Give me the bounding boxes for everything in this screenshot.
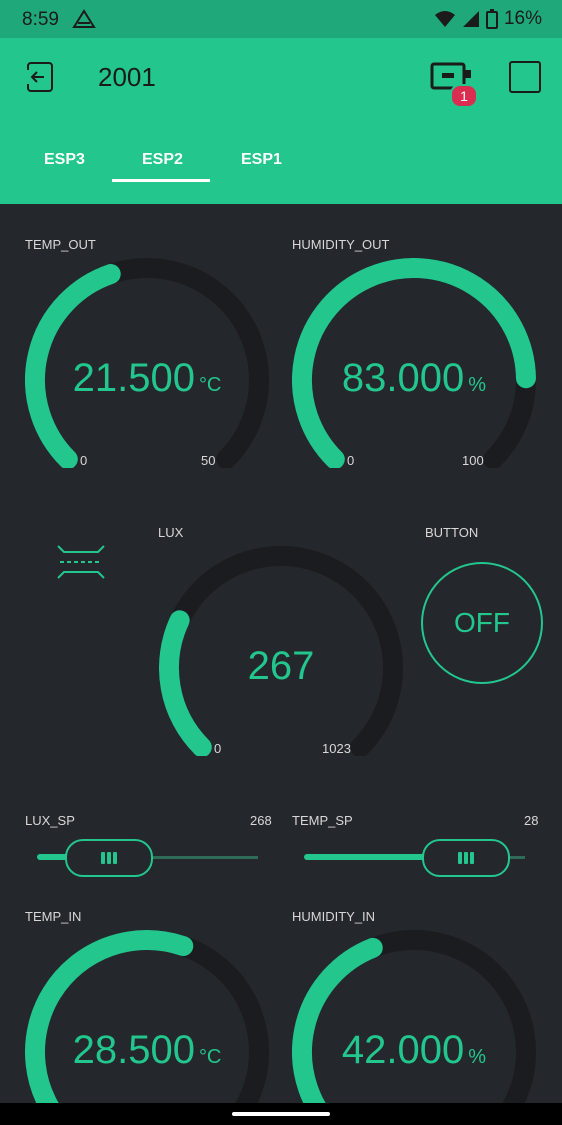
temp-in-gauge <box>25 930 269 1103</box>
temp-out-value: 21.500 °C <box>72 356 222 400</box>
humidity-out-min: 0 <box>347 453 355 468</box>
tab-esp3[interactable]: ESP3 <box>44 151 85 169</box>
lux-max: 1023 <box>322 741 351 756</box>
battery-percent: 16% <box>503 8 542 29</box>
humidity-out-max: 100 <box>462 453 484 468</box>
lux-sp-value: 268 <box>250 813 272 828</box>
humidity-out-label: HUMIDITY_OUT <box>292 237 390 252</box>
battery-icon <box>485 9 498 29</box>
tab-esp1[interactable]: ESP1 <box>241 151 282 169</box>
humidity-in-unit: % <box>468 1046 487 1068</box>
humidity-out-value: 83.000% <box>341 356 487 400</box>
temp-sp-label: TEMP_SP <box>292 813 353 828</box>
humidity-out-unit: % <box>468 374 487 396</box>
humidity-in-gauge <box>292 930 536 1103</box>
square-menu-button[interactable] <box>509 61 541 93</box>
temp-out-max: 50 <box>201 453 216 468</box>
temp-out-label: TEMP_OUT <box>25 237 96 252</box>
temp-in-value: 28.500 °C <box>72 1028 222 1072</box>
off-button[interactable]: OFF <box>421 562 543 684</box>
lux-value: 267 <box>247 644 315 688</box>
temp-out-unit: °C <box>198 374 222 396</box>
button-label: BUTTON <box>425 525 479 540</box>
status-time: 8:59 <box>22 9 59 30</box>
humidity-in-gauge-fill <box>292 937 383 1103</box>
lux-min: 0 <box>214 741 222 756</box>
active-tab-indicator <box>112 179 210 182</box>
lux-sp-label: LUX_SP <box>25 813 75 828</box>
status-bar: 8:59 16% <box>0 0 562 38</box>
back-icon[interactable] <box>22 60 56 94</box>
home-gesture-bar[interactable] <box>232 1112 330 1116</box>
app-header: 2001 1 ESP3 ESP2 ESP1 <box>0 38 562 204</box>
signal-icon <box>462 11 479 27</box>
humidity-in-value: 42.000% <box>341 1028 487 1072</box>
nav-bar <box>0 1103 562 1125</box>
temp-sp-value: 28 <box>524 813 539 828</box>
temp-in-unit: °C <box>198 1046 222 1068</box>
wifi-icon <box>434 11 455 27</box>
temp-in-gauge-fill <box>25 930 194 1103</box>
temp-sp-slider-thumb[interactable] <box>422 839 510 877</box>
temp-out-min: 0 <box>80 453 88 468</box>
sensor-icon <box>57 545 105 579</box>
lux-sp-slider-thumb[interactable] <box>65 839 153 877</box>
humidity-in-label: HUMIDITY_IN <box>292 909 376 924</box>
app-notification-icon <box>72 9 96 28</box>
page-title: 2001 <box>98 62 156 92</box>
tab-esp2[interactable]: ESP2 <box>142 151 183 169</box>
temp-in-label: TEMP_IN <box>25 909 82 924</box>
notification-badge: 1 <box>450 84 478 108</box>
lux-label: LUX <box>158 525 184 540</box>
